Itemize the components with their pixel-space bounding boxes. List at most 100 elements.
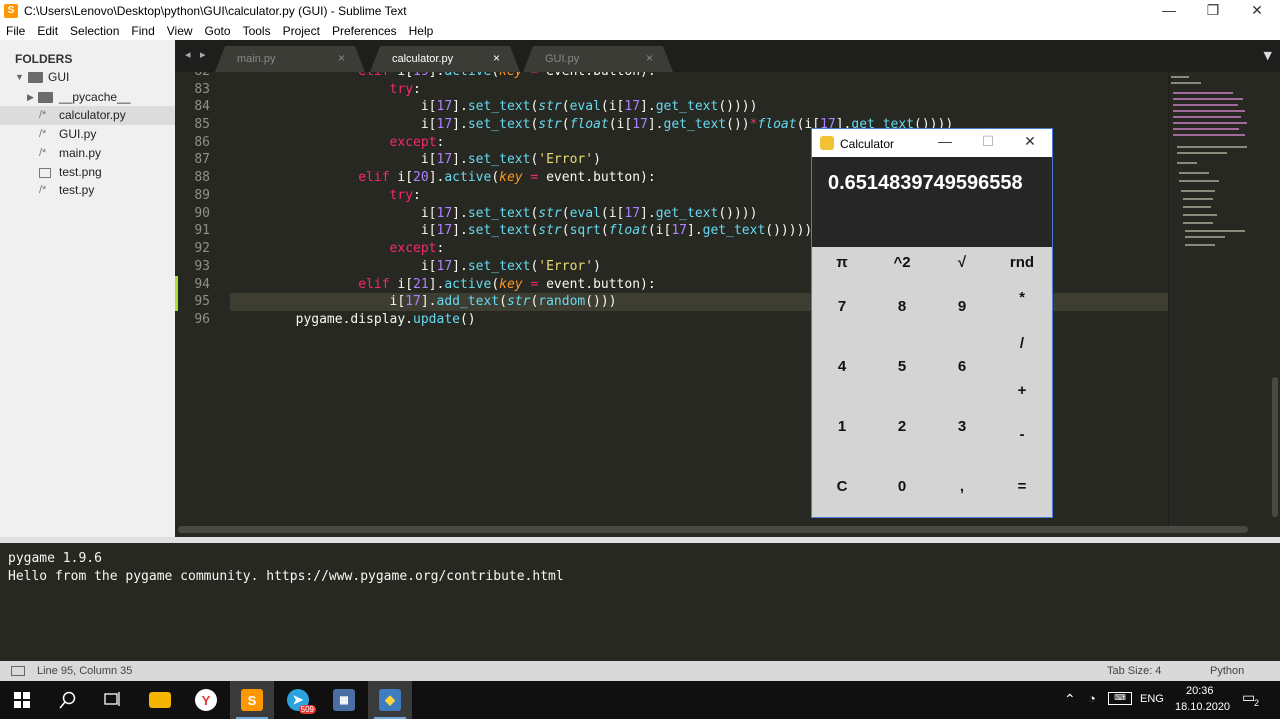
key-4[interactable]: 4 xyxy=(812,358,872,375)
key-6[interactable]: 6 xyxy=(932,358,992,375)
minimize-button[interactable]: — xyxy=(1146,0,1192,22)
taskbar-python[interactable]: ◆ xyxy=(368,681,412,719)
keyboard-icon[interactable]: ⌨ xyxy=(1108,692,1132,705)
taskbar-yandex[interactable]: Y xyxy=(184,681,228,719)
key-equals[interactable]: = xyxy=(992,478,1052,495)
sidebar-item-main-py[interactable]: /* main.py xyxy=(0,144,175,163)
calc-close-button[interactable]: ✕ xyxy=(1015,133,1045,150)
window-title: C:\Users\Lenovo\Desktop\python\GUI\calcu… xyxy=(24,4,407,18)
line-number: 95 xyxy=(194,294,210,309)
wifi-icon[interactable]: ◔ xyxy=(1088,691,1096,706)
calculator-title-bar[interactable]: Calculator — ☐ ✕ xyxy=(812,129,1052,157)
menu-help[interactable]: Help xyxy=(403,22,440,40)
key-divide[interactable]: / xyxy=(992,335,1052,352)
menu-edit[interactable]: Edit xyxy=(31,22,64,40)
key-subtract[interactable]: - xyxy=(992,426,1052,443)
menu-file[interactable]: File xyxy=(0,22,31,40)
sidebar-item-test-py[interactable]: /* test.py xyxy=(0,181,175,200)
sidebar-item-label: test.png xyxy=(59,165,102,179)
key-0[interactable]: 0 xyxy=(872,478,932,495)
syntax-mode[interactable]: Python xyxy=(1210,665,1244,677)
chevron-down-icon[interactable]: ▼ xyxy=(15,68,24,87)
search-icon xyxy=(59,691,76,709)
key-sqrt[interactable]: √ xyxy=(932,254,992,271)
key-5[interactable]: 5 xyxy=(872,358,932,375)
maximize-button[interactable]: ❐ xyxy=(1190,0,1236,22)
horizontal-scrollbar[interactable] xyxy=(178,526,1248,533)
panel-toggle-icon[interactable] xyxy=(11,666,25,676)
close-button[interactable]: ✕ xyxy=(1234,0,1280,22)
key-multiply[interactable]: * xyxy=(992,289,1052,306)
calculator-window[interactable]: Calculator — ☐ ✕ 0.6514839749596558 π ^2… xyxy=(811,128,1053,518)
sidebar-item-label: calculator.py xyxy=(59,108,126,122)
tab-label: calculator.py xyxy=(392,53,454,65)
vertical-scrollbar[interactable] xyxy=(1272,377,1278,517)
taskbar-telegram[interactable]: ➤ 509 xyxy=(276,681,320,719)
key-9[interactable]: 9 xyxy=(932,298,992,315)
taskbar-explorer[interactable] xyxy=(138,681,182,719)
build-output-panel[interactable]: pygame 1.9.6 Hello from the pygame commu… xyxy=(0,537,1280,661)
calc-maximize-button[interactable]: ☐ xyxy=(973,133,1003,150)
sidebar: FOLDERS ▼ GUI ▶ __pycache__ /* calculato… xyxy=(0,40,175,537)
key-random[interactable]: rnd xyxy=(992,254,1052,271)
key-8[interactable]: 8 xyxy=(872,298,932,315)
line-number: 88 xyxy=(194,170,210,185)
key-comma[interactable]: , xyxy=(932,478,992,495)
search-button[interactable] xyxy=(46,681,90,719)
sidebar-item-gui-py[interactable]: /* GUI.py xyxy=(0,125,175,144)
calc-minimize-button[interactable]: — xyxy=(930,133,960,149)
clock-date[interactable]: 18.10.2020 xyxy=(1175,701,1230,713)
line-number: 83 xyxy=(194,82,210,97)
menu-selection[interactable]: Selection xyxy=(64,22,125,40)
close-icon[interactable]: × xyxy=(338,51,345,65)
sidebar-item-pycache[interactable]: ▶ __pycache__ xyxy=(0,88,175,107)
clock-time[interactable]: 20:36 xyxy=(1186,685,1214,697)
tab-gui-py[interactable]: GUI.py × xyxy=(523,46,673,72)
taskbar: Y S ➤ 509 ▦ ◆ ⌃ ◔ ⌨ ENG 20:36 18.10.2020… xyxy=(0,681,1280,719)
key-add[interactable]: + xyxy=(992,382,1052,399)
start-button[interactable] xyxy=(0,681,44,719)
console-line: pygame 1.9.6 xyxy=(8,551,102,566)
tab-dropdown-icon[interactable]: ▼ xyxy=(1264,49,1272,62)
close-icon[interactable]: × xyxy=(493,51,500,65)
menu-view[interactable]: View xyxy=(161,22,199,40)
menu-project[interactable]: Project xyxy=(277,22,326,40)
tab-nav-arrows-icon[interactable]: ◂ ▸ xyxy=(185,48,209,61)
cursor-position: Line 95, Column 35 xyxy=(37,665,133,677)
status-bar: Line 95, Column 35 Tab Size: 4 Python xyxy=(0,661,1280,681)
code-file-icon: /* xyxy=(39,184,47,196)
code-editor[interactable]: 82 83 84 85 86 87 88 89 90 91 92 93 94 9… xyxy=(175,72,1280,537)
taskbar-sublime[interactable]: S xyxy=(230,681,274,719)
code-content[interactable]: elif i[19].active(key = event.button): t… xyxy=(233,72,954,327)
notification-count: 2 xyxy=(1254,698,1260,708)
language-indicator[interactable]: ENG xyxy=(1140,693,1164,705)
key-pi[interactable]: π xyxy=(812,254,872,271)
key-3[interactable]: 3 xyxy=(932,418,992,435)
minimap[interactable] xyxy=(1168,72,1268,527)
close-icon[interactable]: × xyxy=(646,51,653,65)
console-line: Hello from the pygame community. https:/… xyxy=(8,569,564,584)
chevron-right-icon[interactable]: ▶ xyxy=(27,88,34,107)
key-1[interactable]: 1 xyxy=(812,418,872,435)
line-number: 92 xyxy=(194,241,210,256)
sidebar-item-test-png[interactable]: test.png xyxy=(0,163,175,182)
menu-find[interactable]: Find xyxy=(125,22,160,40)
menu-tools[interactable]: Tools xyxy=(237,22,277,40)
key-power[interactable]: ^2 xyxy=(872,254,932,271)
chevron-up-icon[interactable]: ⌃ xyxy=(1064,691,1076,708)
key-2[interactable]: 2 xyxy=(872,418,932,435)
line-number: 87 xyxy=(194,152,210,167)
tab-main-py[interactable]: main.py × xyxy=(215,46,365,72)
line-number: 91 xyxy=(194,223,210,238)
tab-calculator-py[interactable]: calculator.py × xyxy=(370,46,520,72)
tab-size[interactable]: Tab Size: 4 xyxy=(1107,665,1161,677)
key-7[interactable]: 7 xyxy=(812,298,872,315)
line-number: 89 xyxy=(194,188,210,203)
task-view-button[interactable] xyxy=(90,681,134,719)
sidebar-item-calculator[interactable]: /* calculator.py xyxy=(0,106,175,125)
key-clear[interactable]: C xyxy=(812,478,872,495)
taskbar-calculator[interactable]: ▦ xyxy=(322,681,366,719)
menu-preferences[interactable]: Preferences xyxy=(326,22,403,40)
sidebar-item-gui[interactable]: ▼ GUI xyxy=(0,68,175,87)
menu-goto[interactable]: Goto xyxy=(199,22,237,40)
